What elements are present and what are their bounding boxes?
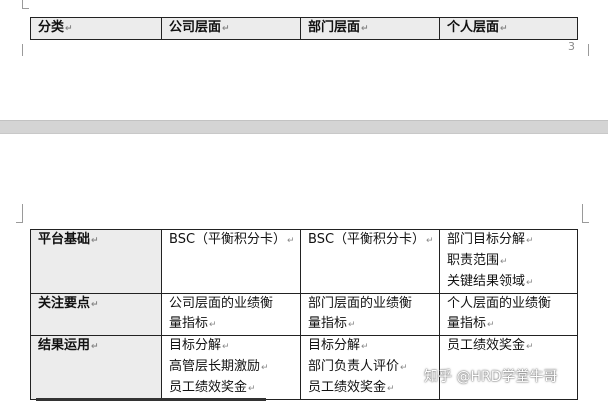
paragraph-mark: ↵ (222, 342, 230, 352)
cell-line: 目标分解↵ (308, 337, 439, 358)
cell-text: 量指标 (169, 316, 209, 331)
page-number: 3 (568, 40, 575, 53)
cell-text: 目标分解 (169, 338, 222, 353)
paragraph-mark: ↵ (526, 342, 534, 352)
watermark: 知乎 @HRD学堂牛哥 (424, 369, 558, 385)
cell-text: 高管层长期激励 (169, 359, 261, 374)
cell-line: 公司层面的业绩衡 (169, 295, 300, 315)
paragraph-mark: ↵ (526, 278, 534, 288)
paragraph-mark: ↵ (426, 236, 434, 246)
header-cell-company: 公司层面↵ (161, 17, 301, 40)
margin-corner-bottom-right (582, 204, 589, 223)
paragraph-mark: ↵ (91, 300, 99, 310)
cell-line: 关键结果领域↵ (447, 272, 577, 293)
cell-text: 目标分解 (308, 338, 361, 353)
paragraph-mark: ↵ (361, 342, 369, 352)
header-label: 分类 (38, 20, 65, 35)
table-row: 关注要点↵ 公司层面的业绩衡 量指标↵ 部门层面的业绩衡 量指标↵ 个人层面的业… (30, 293, 578, 336)
margin-corner-bottom-left (16, 204, 23, 223)
paragraph-mark: ↵ (91, 236, 99, 246)
paragraph-mark: ↵ (361, 24, 369, 34)
paragraph-mark: ↵ (526, 236, 534, 246)
header-label: 部门层面 (308, 20, 361, 35)
cell-text: 员工绩效奖金 (308, 380, 387, 395)
row-label: 结果运用 (38, 338, 91, 353)
cell-company: 目标分解↵ 高管层长期激励↵ 员工绩效奖金↵ (161, 335, 301, 400)
paragraph-mark: ↵ (222, 24, 230, 34)
cell-personal: 部门目标分解↵ 职责范围↵ 关键结果领域↵ (439, 229, 578, 294)
paragraph-mark: ↵ (91, 342, 99, 352)
cell-line: 职责范围↵ (447, 251, 577, 272)
cell-text: BSC（平衡积分卡） (308, 232, 426, 247)
cell-text: 量指标 (308, 316, 348, 331)
paragraph-mark: ↵ (487, 320, 495, 330)
header-cell-department: 部门层面↵ (300, 17, 440, 40)
cell-text: 量指标 (447, 316, 487, 331)
row-label: 关注要点 (38, 296, 91, 311)
cell-line: 部门层面的业绩衡 (308, 295, 439, 315)
row-label-cell: 结果运用↵ (30, 335, 162, 400)
cell-company: 公司层面的业绩衡 量指标↵ (161, 293, 301, 336)
cell-line: 员工绩效奖金↵ (308, 378, 439, 399)
cell-company: BSC（平衡积分卡）↵ (161, 229, 301, 294)
header-cell-personal: 个人层面↵ (439, 17, 578, 40)
cell-line: 员工绩效奖金↵ (447, 337, 577, 358)
row-label-cell: 关注要点↵ (30, 293, 162, 336)
margin-corner-top-left (22, 0, 29, 9)
header-label: 公司层面 (169, 20, 222, 35)
cell-line: BSC（平衡积分卡）↵ (308, 231, 439, 252)
cut-off-text-line (36, 396, 266, 402)
cell-line: 量指标↵ (169, 314, 300, 335)
cell-department: BSC（平衡积分卡）↵ (300, 229, 440, 294)
margin-corner-top-right (582, 44, 589, 56)
cell-line: 高管层长期激励↵ (169, 357, 300, 378)
cell-text: 部门负责人评价 (308, 359, 400, 374)
paragraph-mark: ↵ (500, 257, 508, 267)
header-row: 分类↵ 公司层面↵ 部门层面↵ 个人层面↵ (30, 17, 578, 40)
cell-text: 员工绩效奖金 (169, 380, 248, 395)
cell-text: 部门目标分解 (447, 232, 526, 247)
paragraph-mark: ↵ (261, 363, 269, 373)
cell-line: 目标分解↵ (169, 337, 300, 358)
cell-line: 量指标↵ (308, 314, 439, 335)
cell-text: 个人层面的业绩衡 (447, 296, 552, 311)
cell-department: 目标分解↵ 部门负责人评价↵ 员工绩效奖金↵ (300, 335, 440, 400)
cell-text: 公司层面的业绩衡 (169, 296, 274, 311)
page-separator (0, 120, 608, 134)
cell-line: 部门目标分解↵ (447, 231, 577, 252)
cell-personal: 个人层面的业绩衡 量指标↵ (439, 293, 578, 336)
cell-line: 个人层面的业绩衡 (447, 295, 577, 315)
paragraph-mark: ↵ (387, 384, 395, 394)
paragraph-mark: ↵ (209, 320, 217, 330)
paragraph-mark: ↵ (400, 363, 408, 373)
paragraph-mark: ↵ (287, 236, 295, 246)
row-label: 平台基础 (38, 232, 91, 247)
header-label: 个人层面 (447, 20, 500, 35)
paragraph-mark: ↵ (65, 24, 73, 34)
cell-text: BSC（平衡积分卡） (169, 232, 287, 247)
cell-text: 职责范围 (447, 253, 500, 268)
margin-corner-top-left-lower (22, 44, 24, 56)
cell-line: 部门负责人评价↵ (308, 357, 439, 378)
header-cell-category: 分类↵ (30, 17, 162, 40)
paragraph-mark: ↵ (348, 320, 356, 330)
table-row: 平台基础↵ BSC（平衡积分卡）↵ BSC（平衡积分卡）↵ 部门目标分解↵ 职责… (30, 229, 578, 294)
cell-text: 部门层面的业绩衡 (308, 296, 413, 311)
paragraph-mark: ↵ (500, 24, 508, 34)
header-table: 分类↵ 公司层面↵ 部门层面↵ 个人层面↵ (30, 17, 578, 40)
cell-text: 关键结果领域 (447, 274, 526, 289)
text-fragment (36, 398, 266, 401)
paragraph-mark: ↵ (248, 384, 256, 394)
cell-department: 部门层面的业绩衡 量指标↵ (300, 293, 440, 336)
cell-text: 员工绩效奖金 (447, 338, 526, 353)
cell-line: 量指标↵ (447, 314, 577, 335)
cell-line: BSC（平衡积分卡）↵ (169, 231, 300, 252)
row-label-cell: 平台基础↵ (30, 229, 162, 294)
